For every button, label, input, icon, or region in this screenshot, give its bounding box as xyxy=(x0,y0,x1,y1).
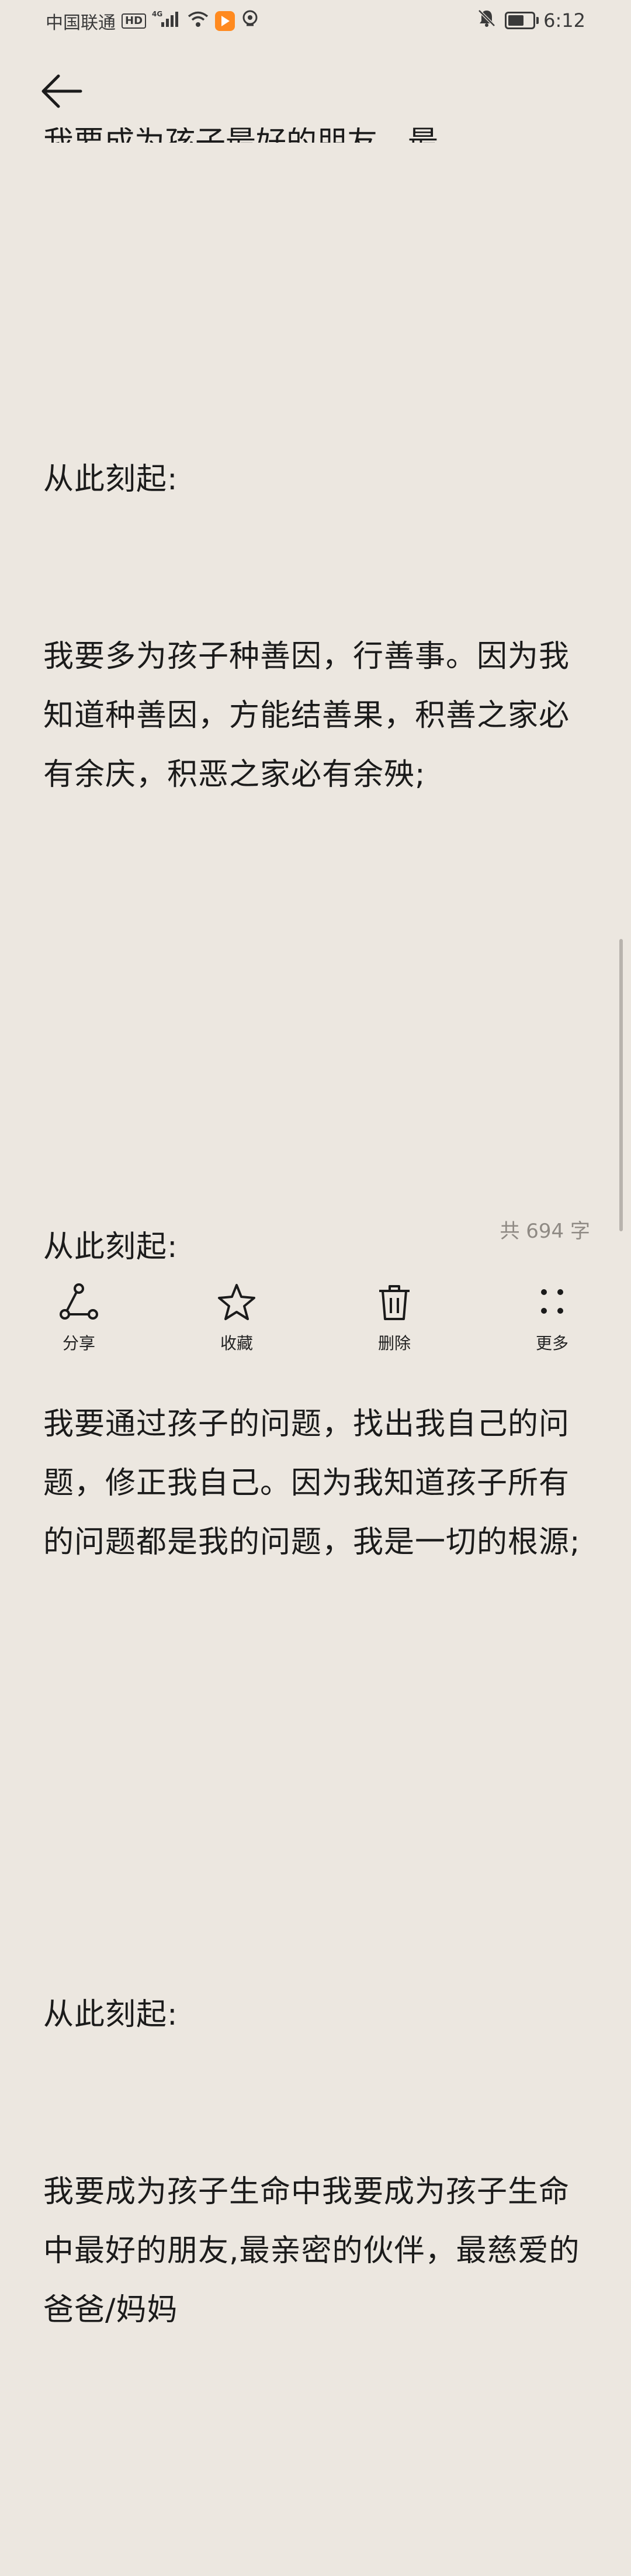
svg-text:4G: 4G xyxy=(152,10,162,18)
favorite-button[interactable]: 收藏 xyxy=(158,1280,316,1368)
status-left: 中国联通 HD 4G xyxy=(46,8,259,34)
video-app-icon xyxy=(215,11,235,31)
share-icon xyxy=(60,1283,98,1320)
more-label: 更多 xyxy=(535,1334,568,1353)
note-paragraph: 我要通过孩子的问题，找出我自己的问题，修正我自己。因为我知道孩子所有的问题都是我… xyxy=(43,1407,581,1560)
mute-bell-icon xyxy=(477,8,497,33)
back-button[interactable] xyxy=(39,68,85,115)
more-dots-icon xyxy=(541,1289,563,1314)
bottom-toolbar: 分享 收藏 删除 更多 xyxy=(0,1280,631,1368)
hd-badge: HD xyxy=(122,13,147,29)
word-count: 共 694 字 xyxy=(500,1220,590,1243)
share-label: 分享 xyxy=(62,1334,95,1353)
signal-icon: 4G xyxy=(152,9,181,33)
cutoff-text-line: 我要成为孩子最好的朋友，最亲密的伙伴； xyxy=(43,127,441,143)
note-body[interactable]: 从此刻起: 我要多为孩子种善因，行善事。因为我知道种善因，方能结善果，积善之家必… xyxy=(43,214,598,2576)
location-icon xyxy=(241,9,259,33)
favorite-label: 收藏 xyxy=(220,1334,253,1353)
trash-icon xyxy=(379,1285,410,1320)
note-heading: 从此刻起: xyxy=(43,462,178,497)
status-bar: 中国联通 HD 4G 6:12 xyxy=(0,0,631,42)
note-paragraph: 我要多为孩子种善因，行善事。因为我知道种善因，方能结善果，积善之家必有余庆，积恶… xyxy=(43,639,570,792)
battery-icon xyxy=(505,12,539,29)
note-paragraph: 我要成为孩子生命中我要成为孩子生命中最好的朋友,最亲密的伙伴，最慈爱的爸爸/妈妈 xyxy=(43,2174,580,2328)
arrow-left-icon xyxy=(41,74,82,108)
more-button[interactable]: 更多 xyxy=(473,1280,631,1368)
scrollbar[interactable] xyxy=(619,939,623,1231)
delete-button[interactable]: 删除 xyxy=(316,1280,473,1368)
note-block: 从此刻起: 我要通过孩子的问题，找出我自己的问题，修正我自己。因为我知道孩子所有… xyxy=(43,1100,598,1690)
note-heading: 从此刻起: xyxy=(43,1997,178,2032)
delete-label: 删除 xyxy=(377,1334,411,1353)
share-button[interactable]: 分享 xyxy=(0,1280,158,1368)
clock: 6:12 xyxy=(543,9,585,32)
note-block: 从此刻起: 我要多为孩子种善因，行善事。因为我知道种善因，方能结善果，积善之家必… xyxy=(43,332,598,923)
star-icon xyxy=(218,1284,255,1320)
carrier-name: 中国联通 xyxy=(46,13,116,33)
note-block: 从此刻起: 我要成为孩子生命中我要成为孩子生命中最好的朋友,最亲密的伙伴，最慈爱… xyxy=(43,1867,598,2458)
wifi-icon xyxy=(187,10,209,32)
status-right: 6:12 xyxy=(477,8,585,33)
